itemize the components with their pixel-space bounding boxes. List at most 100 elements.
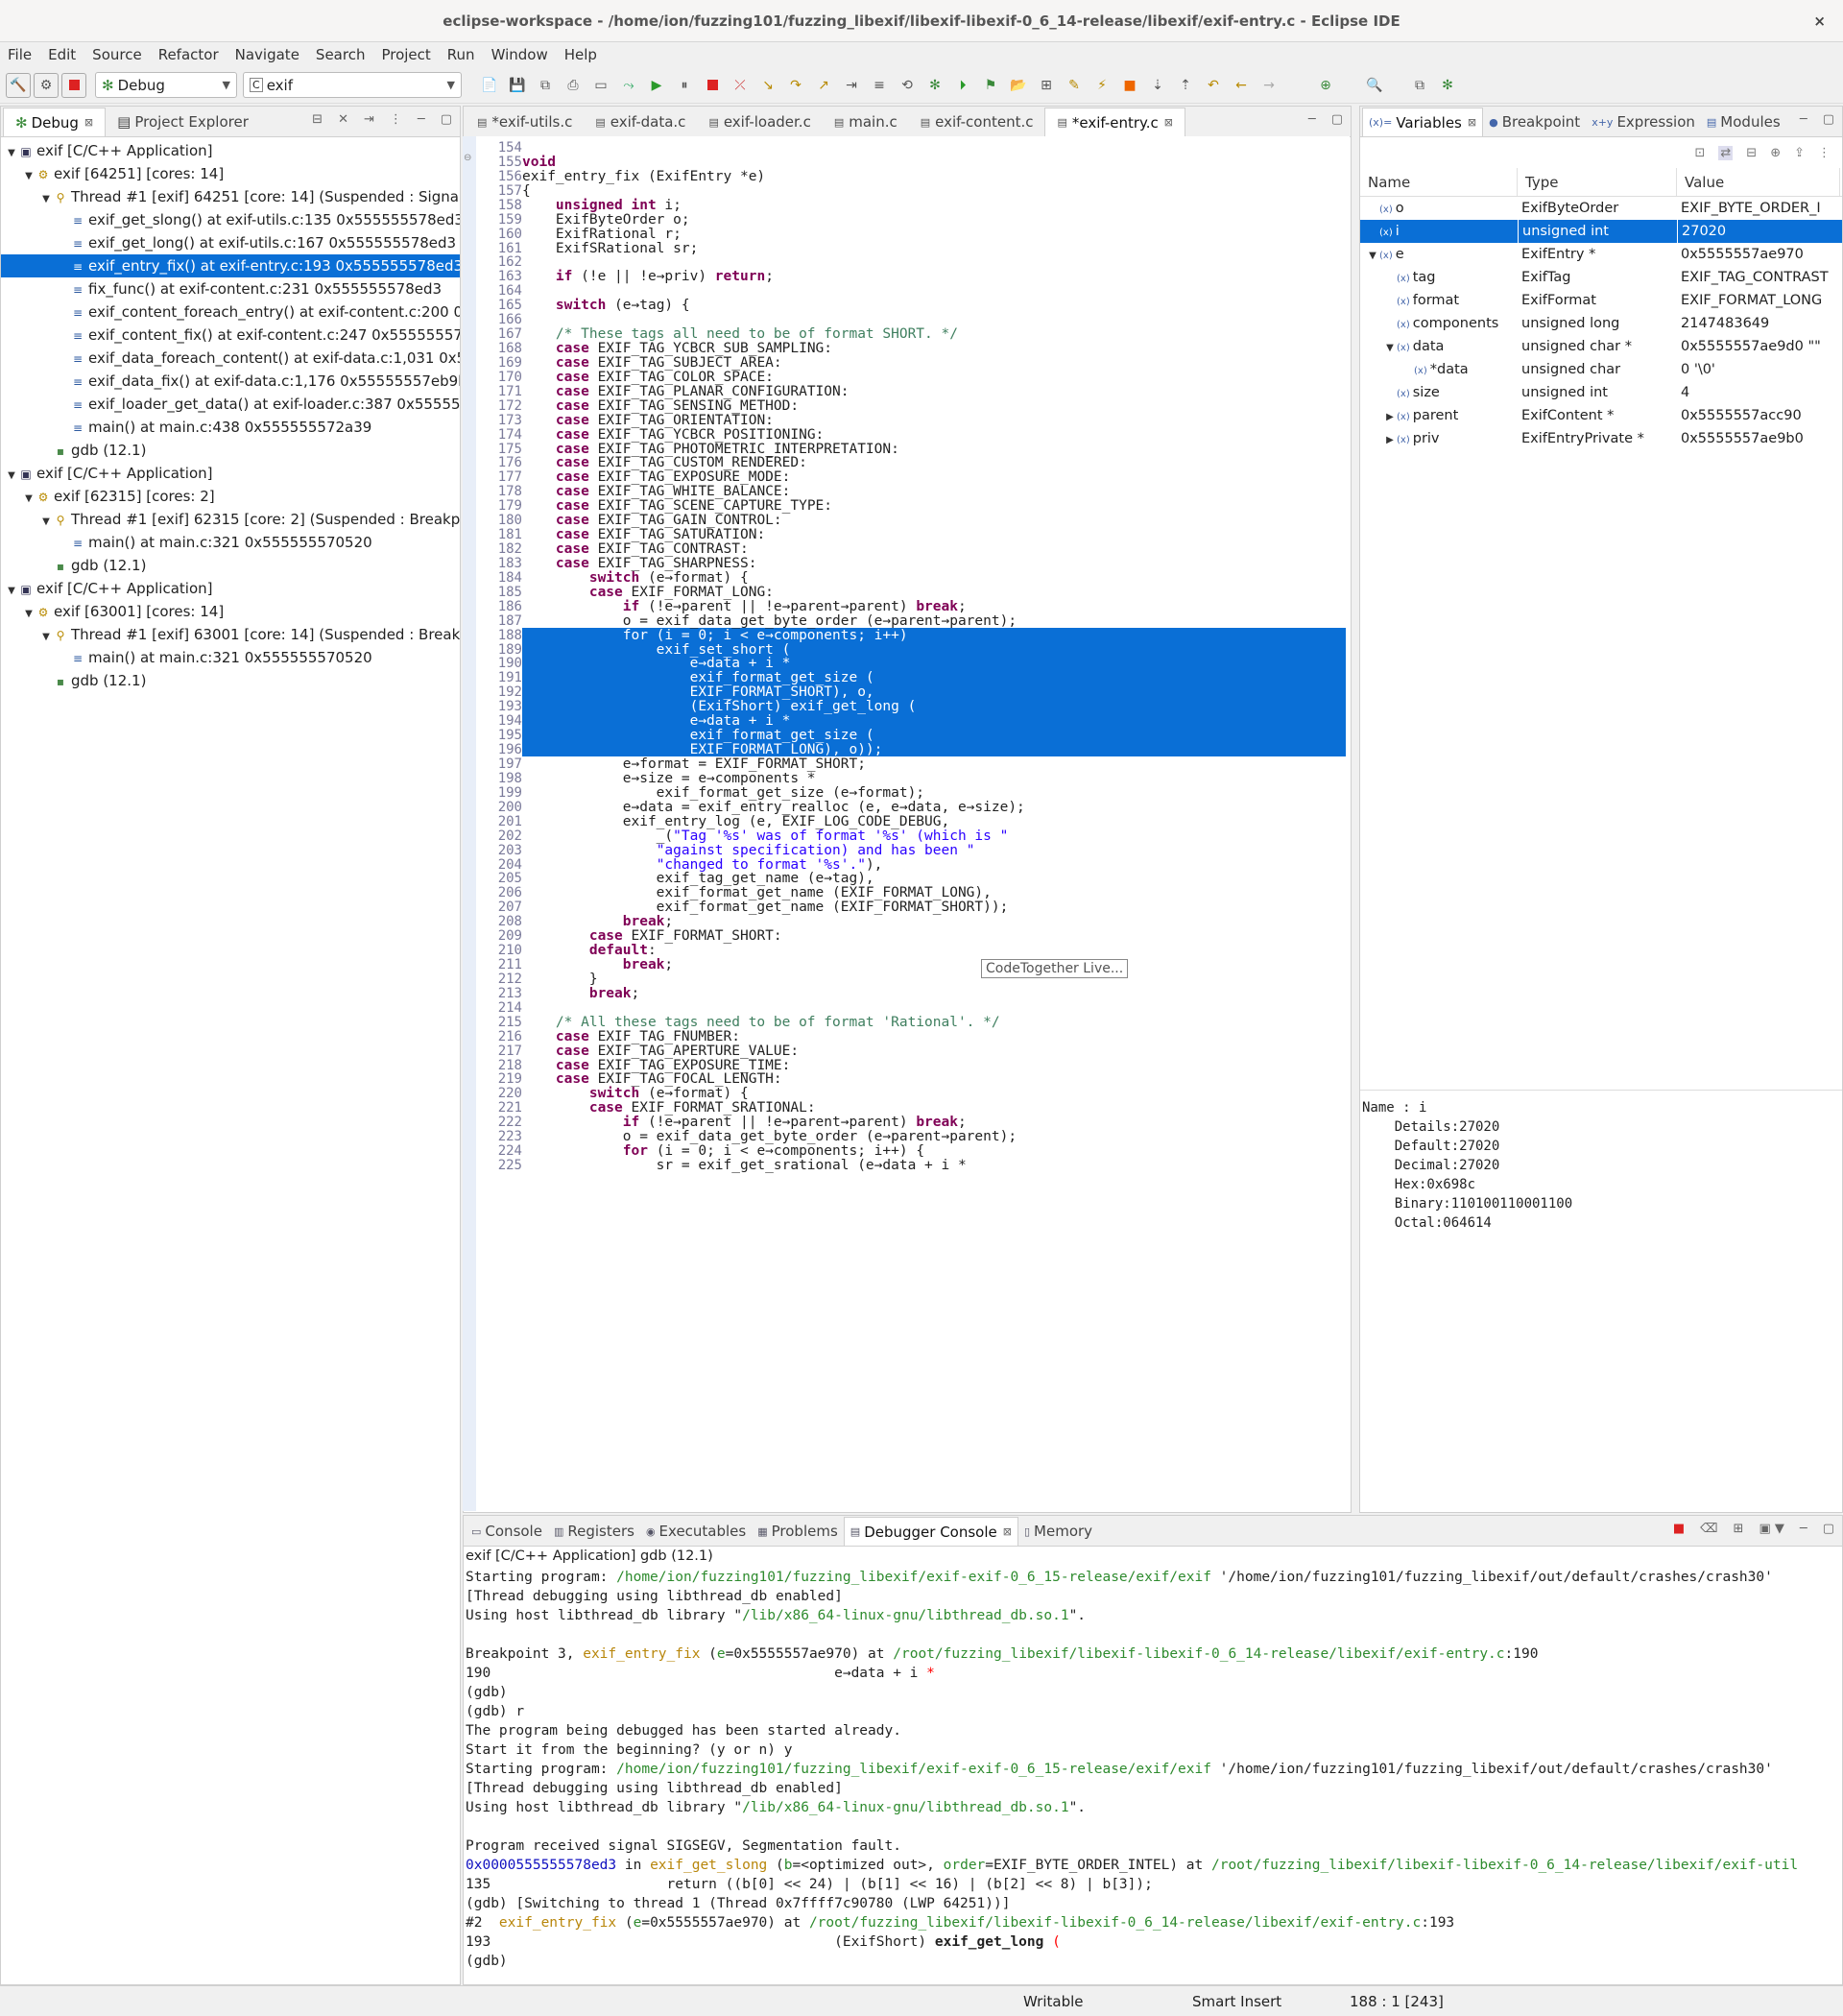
next-annotation-icon[interactable]: ⇣	[1145, 73, 1170, 98]
variable-row[interactable]: (x) components unsigned long 2147483649	[1360, 312, 1842, 335]
editor-tab[interactable]: ▤ exif-data.c	[584, 108, 697, 136]
column-value[interactable]: Value	[1677, 168, 1840, 196]
menu-run[interactable]: Run	[447, 46, 475, 63]
minimize-icon[interactable]: ─	[1800, 112, 1807, 127]
close-window-icon[interactable]: ×	[1813, 0, 1826, 42]
debug-tree-node[interactable]: ▪ gdb (12.1)	[1, 554, 460, 577]
c-perspective-icon[interactable]: ⧉	[1407, 73, 1432, 98]
launch-mode-select[interactable]: ✻ Debug ▼	[95, 72, 237, 98]
tab-debugger-console[interactable]: ▤ Debugger Console ⊠	[843, 1517, 1018, 1546]
stack-frame[interactable]: ≡ exif_get_long() at exif-utils.c:167 0x5…	[1, 231, 460, 254]
close-tab-icon[interactable]: ⊠	[1468, 116, 1476, 129]
debug-tree-node[interactable]: ▼ ▣ exif [C/C++ Application]	[1, 139, 460, 162]
stack-frame[interactable]: ≡ exif_content_fix() at exif-content.c:24…	[1, 324, 460, 347]
debug-tree-node[interactable]: ▼ ⚲ Thread #1 [exif] 63001 [core: 14] (Sus…	[1, 623, 460, 646]
variable-row[interactable]: (x) size unsigned int 4	[1360, 381, 1842, 404]
minimize-icon[interactable]: ─	[1800, 1522, 1807, 1536]
step-mode-icon[interactable]: ⇥	[364, 112, 374, 127]
save-icon[interactable]: 💾	[505, 73, 530, 98]
debug-tree-node[interactable]: ▪ gdb (12.1)	[1, 439, 460, 462]
step-into-icon[interactable]: ↘	[755, 73, 780, 98]
pin-icon[interactable]: ✎	[1062, 73, 1087, 98]
stop-launch-icon[interactable]	[61, 72, 86, 98]
forward-icon[interactable]: →	[1257, 73, 1281, 98]
menu-refactor[interactable]: Refactor	[158, 46, 219, 63]
close-tab-icon[interactable]: ⊠	[1164, 116, 1173, 129]
debug-tree-node[interactable]: ▼ ▣ exif [C/C++ Application]	[1, 462, 460, 485]
code-editor[interactable]: 154 155 void 156 exif_entry_fix (ExifEntry *…	[463, 136, 1350, 1511]
debug-tree-node[interactable]: ▼ ⚲ Thread #1 [exif] 62315 [core: 2] (Susp…	[1, 508, 460, 531]
collapse-marker-icon[interactable]: ⊖	[464, 153, 471, 163]
launch-config-select[interactable]: C exif ▼	[243, 72, 462, 98]
resume-icon[interactable]: ▶	[644, 73, 669, 98]
code-line[interactable]: break;	[522, 984, 639, 1003]
tab-debug[interactable]: ✻ Debug ⊠	[3, 108, 107, 136]
debug-tree-node[interactable]: ▼ ⚙ exif [64251] [cores: 14]	[1, 162, 460, 185]
tab-executables[interactable]: ◉ Executables	[640, 1517, 752, 1546]
menu-file[interactable]: File	[8, 46, 32, 63]
maximize-icon[interactable]: ▢	[1823, 1522, 1834, 1536]
stack-frame[interactable]: ≡ exif_entry_fix() at exif-entry.c:193 0x…	[1, 254, 460, 277]
view-menu-icon[interactable]: ⋮	[390, 112, 402, 127]
code-line[interactable]: sr = exif_get_srational (e→data + i *	[522, 1156, 967, 1175]
add-watch-icon[interactable]: ⊕	[1770, 146, 1781, 160]
minimize-icon[interactable]: ─	[1308, 112, 1316, 127]
variable-row[interactable]: (x) tag ExifTag EXIF_TAG_CONTRAST	[1360, 266, 1842, 289]
editor-tab[interactable]: ▤ main.c	[823, 108, 909, 136]
disconnect-icon[interactable]: ⤫	[728, 73, 753, 98]
tab-variables[interactable]: (x)= Variables ⊠	[1362, 108, 1484, 136]
tab-project-explorer[interactable]: ▤ Project Explorer	[106, 108, 260, 136]
tab-breakpoint[interactable]: ● Breakpoint	[1483, 108, 1586, 136]
code-line[interactable]: exif_entry_fix (ExifEntry *e)	[522, 167, 765, 186]
variable-row[interactable]: ▼ (x) e ExifEntry * 0x5555557ae970	[1360, 243, 1842, 266]
terminal-icon[interactable]: ▭	[588, 73, 613, 98]
code-line[interactable]: if (!e || !e→priv) return;	[522, 267, 774, 286]
last-edit-icon[interactable]: ↶	[1201, 73, 1226, 98]
stack-frame[interactable]: ≡ main() at main.c:321 0x555555570520	[1, 531, 460, 554]
skip-breakpoints-icon[interactable]: ⤳	[616, 73, 641, 98]
debug-tree-node[interactable]: ▪ gdb (12.1)	[1, 669, 460, 692]
prev-annotation-icon[interactable]: ⇡	[1173, 73, 1198, 98]
tab-memory[interactable]: ▯ Memory	[1018, 1517, 1098, 1546]
variable-row[interactable]: (x) format ExifFormat EXIF_FORMAT_LONG	[1360, 289, 1842, 312]
close-tab-icon[interactable]: ⊠	[84, 116, 93, 129]
restart-icon[interactable]: ⟲	[895, 73, 920, 98]
open-perspective-icon[interactable]: ⊕	[1313, 73, 1338, 98]
remove-terminated-icon[interactable]: ✕	[338, 112, 348, 127]
code-line[interactable]: switch (e→tag) {	[522, 296, 690, 315]
suspend-icon[interactable]: ⏸	[672, 73, 697, 98]
display-console-icon[interactable]: ▣ ▼	[1759, 1522, 1783, 1536]
expand-toggle-icon[interactable]: ▶	[1383, 406, 1397, 427]
menu-window[interactable]: Window	[491, 46, 548, 63]
editor-tab[interactable]: ▤ *exif-entry.c ⊠	[1044, 108, 1186, 136]
tab-modules[interactable]: ▤ Modules	[1701, 108, 1786, 136]
clear-console-icon[interactable]: ⌫	[1700, 1522, 1717, 1536]
show-type-names-icon[interactable]: ⊡	[1694, 146, 1705, 160]
variable-row[interactable]: (x) i unsigned int 27020	[1360, 220, 1842, 243]
terminate-icon[interactable]	[700, 73, 725, 98]
build-icon[interactable]: 🔨	[6, 72, 31, 98]
tab-expression[interactable]: x+y Expression	[1586, 108, 1701, 136]
maximize-icon[interactable]: ▢	[1331, 112, 1343, 127]
step-return-icon[interactable]: ↗	[811, 73, 836, 98]
close-tab-icon[interactable]: ⊠	[1003, 1525, 1012, 1538]
tab-registers[interactable]: ▥ Registers	[548, 1517, 640, 1546]
menu-search[interactable]: Search	[316, 46, 366, 63]
menu-navigate[interactable]: Navigate	[235, 46, 299, 63]
expand-toggle-icon[interactable]: ▼	[1383, 337, 1397, 358]
stack-frame[interactable]: ≡ fix_func() at exif-content.c:231 0x5555…	[1, 277, 460, 300]
variable-row[interactable]: ▶ (x) priv ExifEntryPrivate * 0x5555557ae9b0	[1360, 427, 1842, 450]
codetogether-tooltip[interactable]: CodeTogether Live...	[981, 959, 1129, 978]
export-icon[interactable]: ⇪	[1794, 146, 1805, 160]
minimize-icon[interactable]: ─	[418, 112, 425, 127]
show-logical-structure-icon[interactable]: ⇄	[1718, 145, 1734, 160]
menu-edit[interactable]: Edit	[48, 46, 76, 63]
debug-tree-node[interactable]: ▼ ▣ exif [C/C++ Application]	[1, 577, 460, 600]
tab-console[interactable]: ▭ Console	[466, 1517, 548, 1546]
menu-project[interactable]: Project	[381, 46, 430, 63]
stack-frame[interactable]: ≡ exif_loader_get_data() at exif-loader.c…	[1, 393, 460, 416]
open-type-icon[interactable]: ⊞	[1034, 73, 1059, 98]
debug-settings-icon[interactable]: ⚙	[34, 72, 59, 98]
search-icon[interactable]: 🔍	[1362, 73, 1387, 98]
highlight-icon[interactable]: ⚡	[1089, 73, 1114, 98]
